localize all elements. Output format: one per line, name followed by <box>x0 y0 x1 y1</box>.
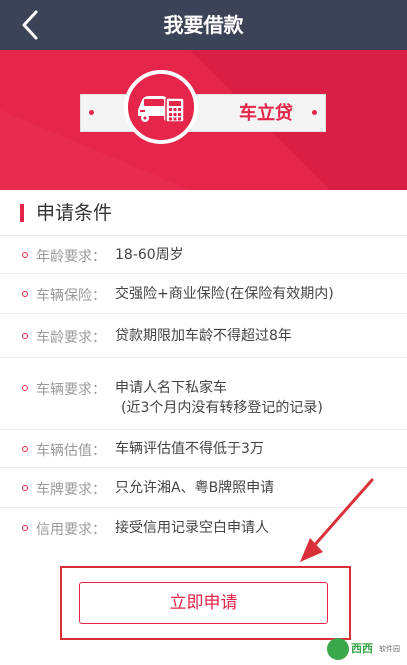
section-title: 申请条件 <box>36 202 113 224</box>
condition-row-valuation: 车辆估值： 车辆评估值不得低于3万 <box>0 430 407 468</box>
bullet-icon <box>22 446 28 452</box>
watermark-sub: 软件园 <box>379 645 400 653</box>
watermark-logo: 西西 软件园 <box>327 636 405 662</box>
condition-value: 只允许湘A、粤B牌照申请 <box>115 480 275 496</box>
bullet-icon <box>22 333 28 339</box>
watermark-badge-icon <box>327 638 349 660</box>
condition-label: 信用要求： <box>36 522 106 538</box>
condition-value: 申请人名下私家车 <box>115 380 227 396</box>
condition-label: 车牌要求： <box>36 482 106 498</box>
condition-row-credit: 信用要求： 接受信用记录空白申请人 <box>0 508 407 548</box>
condition-label: 车辆估值： <box>36 443 106 459</box>
page-title: 我要借款 <box>163 13 244 37</box>
watermark-brand: 西西 <box>351 642 373 655</box>
condition-row-vehicle: 车辆要求： 申请人名下私家车 (近3个月内没有转移登记的记录) <box>0 358 407 430</box>
condition-row-plate: 车牌要求： 只允许湘A、粤B牌照申请 <box>0 468 407 508</box>
section-header: 申请条件 <box>0 190 407 236</box>
condition-value: 贷款期限加车龄不得超过8年 <box>115 328 292 344</box>
product-label: 车立贷 <box>239 103 293 124</box>
ribbon-dot-left <box>89 110 94 115</box>
top-bar: 我要借款 <box>0 0 407 50</box>
condition-row-insurance: 车辆保险： 交强险+商业保险(在保险有效期内) <box>0 274 407 314</box>
condition-row-age: 年龄要求： 18-60周岁 <box>0 236 407 274</box>
bullet-icon <box>22 252 28 258</box>
product-ribbon: 车立贷 <box>80 94 326 132</box>
condition-value: 接受信用记录空白申请人 <box>115 520 269 536</box>
condition-value: 交强险+商业保险(在保险有效期内) <box>115 286 334 302</box>
bullet-icon <box>22 291 28 297</box>
condition-label: 车龄要求： <box>36 330 106 346</box>
apply-now-button[interactable]: 立即申请 <box>79 582 328 624</box>
product-emblem <box>124 70 198 144</box>
bullet-icon <box>22 385 28 391</box>
condition-value-note: (近3个月内没有转移登记的记录) <box>121 400 323 416</box>
condition-label: 车辆保险： <box>36 288 106 304</box>
condition-label: 年龄要求： <box>36 249 106 265</box>
condition-row-vehicle-age: 车龄要求： 贷款期限加车龄不得超过8年 <box>0 314 407 358</box>
condition-value: 18-60周岁 <box>115 247 184 263</box>
condition-label: 车辆要求： <box>36 382 106 398</box>
ribbon-dot-right <box>312 110 317 115</box>
condition-value: 车辆评估值不得低于3万 <box>115 441 264 457</box>
car-calculator-icon <box>138 96 185 123</box>
bullet-icon <box>22 525 28 531</box>
bullet-icon <box>22 485 28 491</box>
section-accent-bar <box>20 204 24 222</box>
hero-banner: 车立贷 <box>0 50 407 190</box>
